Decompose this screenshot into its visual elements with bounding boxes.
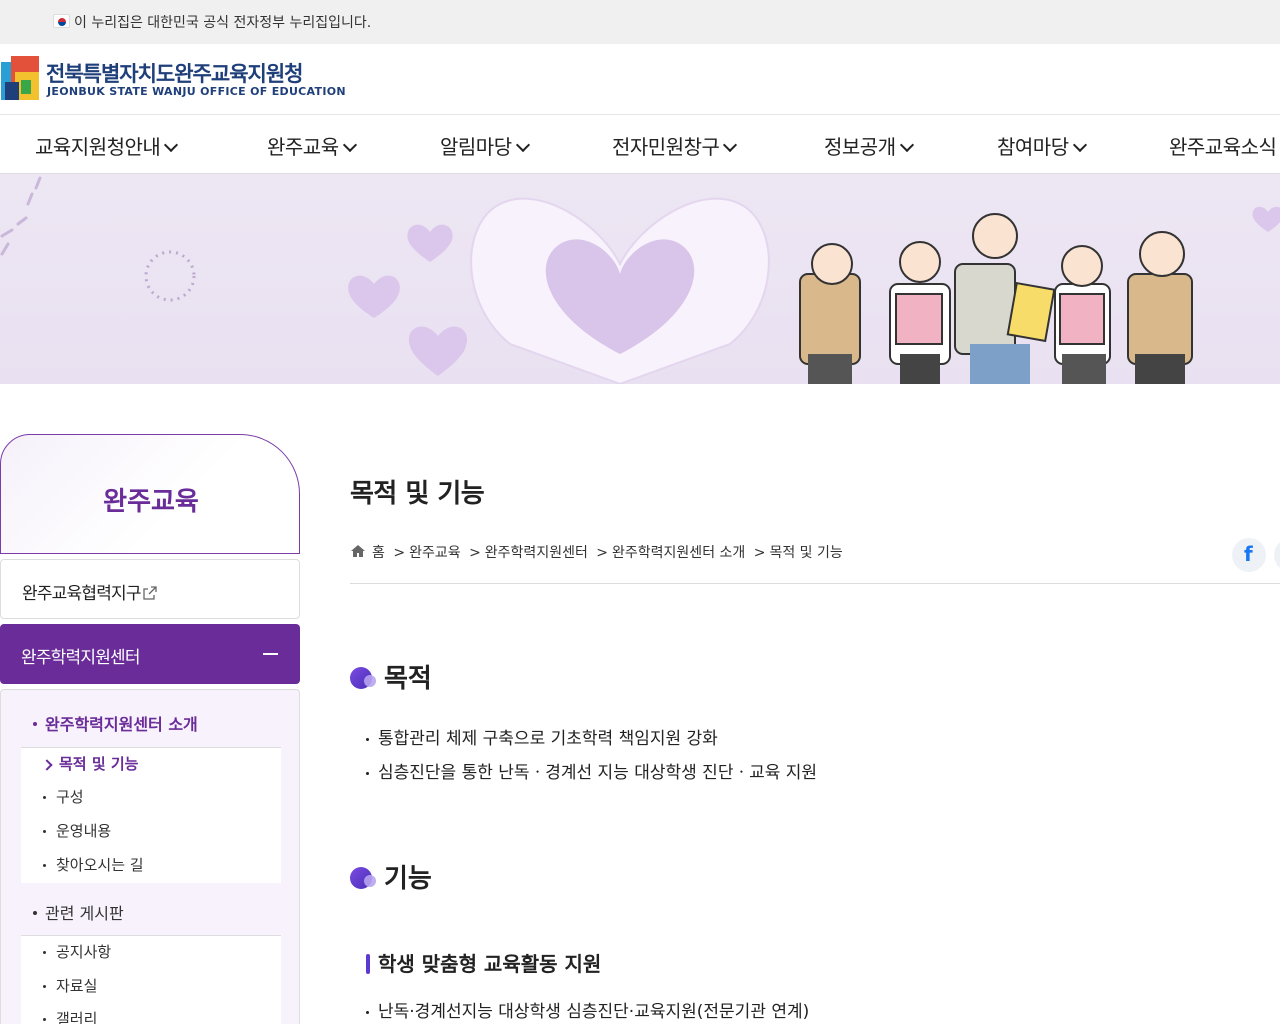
submenu-group-boards[interactable]: 관련 게시판	[33, 900, 124, 924]
chevron-down-icon	[1072, 137, 1087, 153]
section-heading-purpose: 목적	[350, 658, 432, 695]
lnb-item-label: 완주교육협력지구	[22, 584, 142, 604]
nav-item-disclosure[interactable]: 정보공개	[824, 131, 914, 160]
breadcrumb-home[interactable]: 홈	[372, 545, 385, 561]
korean-flag-icon	[53, 14, 70, 28]
nav-item-office-info[interactable]: 교육지원청안내	[35, 131, 179, 160]
function-subtitle: 학생 맞춤형 교육활동 지원	[366, 948, 601, 977]
submenu-item-archive[interactable]: 자료실	[43, 975, 97, 996]
submenu-item-organization[interactable]: 구성	[43, 786, 84, 807]
submenu-item-directions[interactable]: 찾아오시는 길	[43, 854, 144, 875]
lnb-item-label: 완주학력지원센터	[21, 648, 141, 668]
share-button[interactable]	[1274, 538, 1280, 572]
breadcrumb-item[interactable]: 완주학력지원센터 소개	[612, 545, 745, 561]
breadcrumb: 홈 > 완주교육 > 완주학력지원센터 > 완주학력지원센터 소개 > 목적 및 기능	[350, 542, 843, 562]
breadcrumb-current: 목적 및 기능	[769, 545, 843, 561]
submenu-group-intro[interactable]: 완주학력지원센터 소개	[33, 711, 198, 735]
nav-item-wanju-education[interactable]: 완주교육	[267, 131, 357, 160]
lnb-submenu: 완주학력지원센터 소개 목적 및 기능 구성 운영내용 찾아오시는 길 관련 게…	[0, 689, 300, 1024]
nav-item-participation[interactable]: 참여마당	[997, 131, 1087, 160]
function-bullet: 난독·경계선지능 대상학생 심층진단·교육지원(전문기관 연계)	[366, 997, 809, 1022]
main-nav: 교육지원청안내 완주교육 알림마당 전자민원창구 정보공개 참여마당 완주교육소…	[0, 115, 1280, 174]
page-title: 목적 및 기능	[350, 479, 485, 509]
lnb-title-box: 완주교육	[0, 434, 300, 554]
chevron-down-icon	[723, 137, 738, 153]
section-heading-function: 기능	[350, 858, 432, 895]
submenu-item-notices[interactable]: 공지사항	[43, 941, 111, 962]
nav-item-civil-service[interactable]: 전자민원창구	[612, 131, 738, 160]
logo-korean[interactable]: 전북특별자치도완주교육지원청	[46, 58, 303, 88]
accent-bar	[366, 954, 370, 974]
bullet-dot-icon	[350, 667, 376, 689]
logo-english[interactable]: JEONBUK STATE WANJU OFFICE OF EDUCATION	[47, 85, 346, 98]
chevron-down-icon	[164, 137, 179, 153]
lnb-item-learning-center[interactable]: 완주학력지원센터	[0, 624, 300, 684]
hero-visual	[0, 174, 1280, 384]
content-divider	[350, 583, 1280, 584]
nav-item-notice[interactable]: 알림마당	[440, 131, 530, 160]
external-link-icon	[143, 586, 157, 600]
submenu-item-purpose[interactable]: 목적 및 기능	[43, 753, 138, 774]
chevron-down-icon	[899, 137, 914, 153]
home-icon[interactable]	[350, 544, 366, 558]
facebook-icon: f	[1244, 542, 1253, 566]
site-header: 전북특별자치도완주교육지원청 JEONBUK STATE WANJU OFFIC…	[0, 44, 1280, 115]
purpose-bullet: 심층진단을 통한 난독ㆍ경계선 지능 대상학생 진단ㆍ교육 지원	[366, 758, 817, 783]
chevron-down-icon	[342, 137, 357, 153]
breadcrumb-item[interactable]: 완주학력지원센터	[485, 545, 588, 561]
chevron-down-icon	[515, 137, 530, 153]
submenu-boards-list: 공지사항 자료실 갤러리	[21, 935, 281, 1024]
submenu-item-gallery[interactable]: 갤러리	[43, 1008, 97, 1024]
submenu-intro-list: 목적 및 기능 구성 운영내용 찾아오시는 길	[21, 747, 281, 883]
purpose-bullet: 통합관리 체제 구축으로 기초학력 책임지원 강화	[366, 724, 718, 749]
lnb-item-wanju-cooperation[interactable]: 완주교육협력지구	[0, 559, 300, 619]
gov-banner-text: 이 누리집은 대한민국 공식 전자정부 누리집입니다.	[74, 15, 372, 31]
hero-illustration	[0, 176, 1280, 384]
collapse-icon[interactable]	[263, 653, 278, 655]
nav-item-news[interactable]: 완주교육소식	[1169, 131, 1277, 160]
lnb-title: 완주교육	[103, 487, 199, 517]
breadcrumb-item[interactable]: 완주교육	[409, 545, 461, 561]
gov-banner: 이 누리집은 대한민국 공식 전자정부 누리집입니다.	[0, 0, 1280, 44]
facebook-share-button[interactable]: f	[1232, 538, 1266, 572]
bullet-dot-icon	[350, 867, 376, 889]
logo-icon[interactable]	[1, 56, 41, 102]
submenu-item-operation[interactable]: 운영내용	[43, 820, 111, 841]
